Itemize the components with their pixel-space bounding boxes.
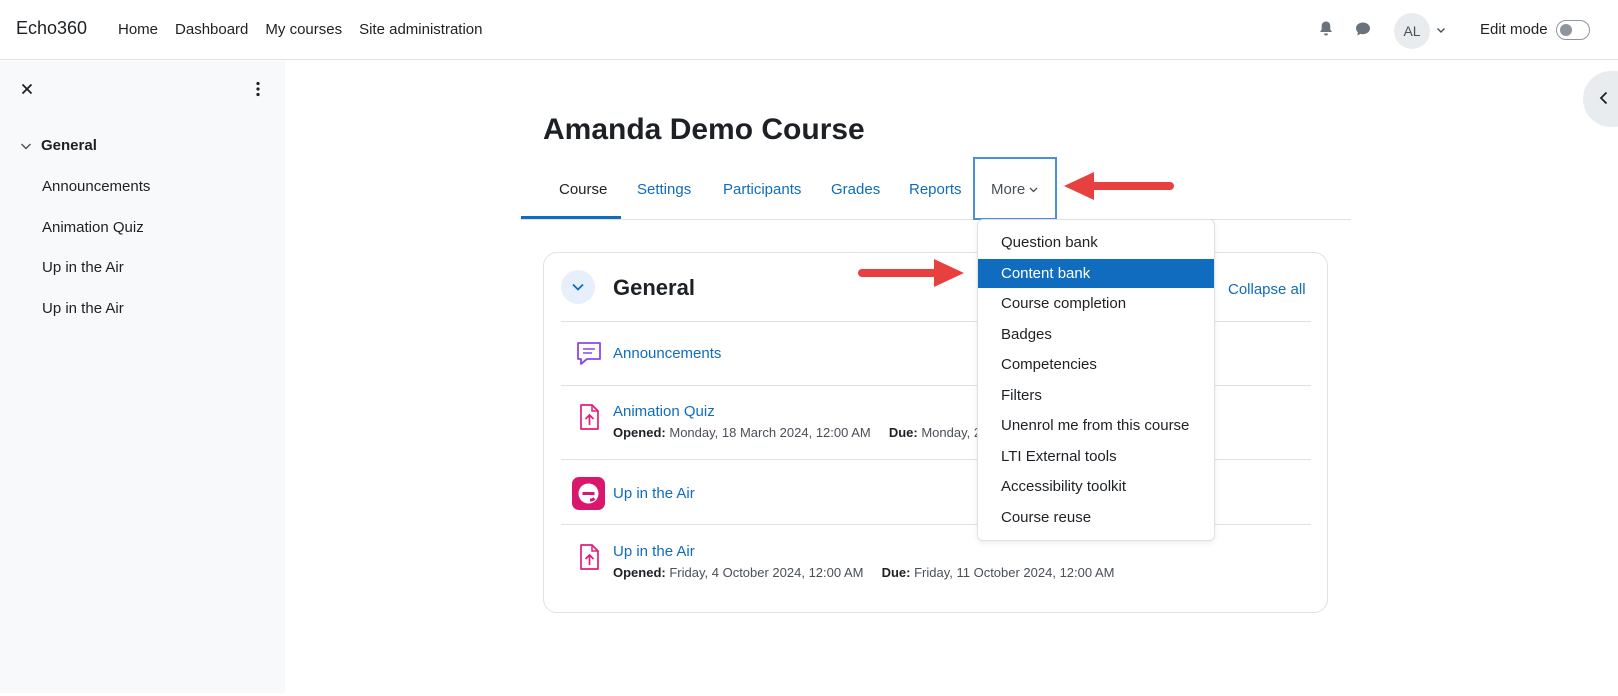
- menu-item-lti-external-tools[interactable]: LTI External tools: [978, 442, 1214, 471]
- opened-label: Opened:: [613, 565, 666, 580]
- drawer-item-up-in-the-air[interactable]: Up in the Air: [42, 259, 150, 300]
- forum-icon: [577, 342, 601, 365]
- due-date: Monday, 2: [921, 425, 982, 440]
- more-dropdown-menu: Question bank Content bank Course comple…: [977, 219, 1215, 541]
- close-drawer-icon[interactable]: [21, 83, 33, 95]
- tab-participants[interactable]: Participants: [723, 181, 801, 198]
- menu-item-unenrol[interactable]: Unenrol me from this course: [978, 411, 1214, 440]
- assignment-upload-icon: [580, 404, 599, 430]
- tab-course[interactable]: Course: [559, 181, 607, 198]
- top-navbar: Echo360 Home Dashboard My courses Site a…: [0, 0, 1618, 60]
- nav-my-courses[interactable]: My courses: [265, 21, 342, 38]
- edit-mode-toggle[interactable]: [1556, 20, 1590, 40]
- drawer-item-animation-quiz[interactable]: Animation Quiz: [42, 219, 150, 260]
- menu-item-course-completion[interactable]: Course completion: [978, 289, 1214, 318]
- chevron-down-icon: [21, 143, 31, 149]
- opened-date: Monday, 18 March 2024, 12:00 AM: [669, 425, 871, 440]
- primary-navigation: Home Dashboard My courses Site administr…: [118, 21, 500, 38]
- opened-date: Friday, 4 October 2024, 12:00 AM: [669, 565, 864, 580]
- toggle-knob: [1560, 24, 1572, 36]
- drawer-items-list: Announcements Animation Quiz Up in the A…: [42, 178, 150, 340]
- chevron-left-icon: [1599, 91, 1608, 105]
- activity-link-up-in-the-air-2[interactable]: Up in the Air: [613, 543, 695, 560]
- course-index-drawer: General Announcements Animation Quiz Up …: [0, 61, 285, 693]
- nav-home[interactable]: Home: [118, 21, 158, 38]
- tab-settings[interactable]: Settings: [637, 181, 691, 198]
- echo360-logo-icon: [572, 477, 605, 510]
- menu-item-filters[interactable]: Filters: [978, 381, 1214, 410]
- site-brand[interactable]: Echo360: [16, 18, 87, 39]
- opened-label: Opened:: [613, 425, 666, 440]
- activity-link-up-in-the-air[interactable]: Up in the Air: [613, 485, 695, 502]
- menu-item-accessibility-toolkit[interactable]: Accessibility toolkit: [978, 472, 1214, 501]
- due-date: Friday, 11 October 2024, 12:00 AM: [914, 565, 1115, 580]
- assignment-upload-icon: [580, 544, 599, 570]
- drawer-section-label: General: [41, 137, 97, 154]
- drawer-item-announcements[interactable]: Announcements: [42, 178, 150, 219]
- right-pointing-annotation-arrow-icon: [858, 259, 964, 287]
- chevron-down-icon: [572, 283, 584, 291]
- nav-site-administration[interactable]: Site administration: [359, 21, 482, 38]
- activity-link-announcements[interactable]: Announcements: [613, 345, 721, 362]
- tab-more[interactable]: More: [991, 181, 1038, 198]
- drawer-section-general[interactable]: General: [20, 137, 97, 154]
- tab-reports[interactable]: Reports: [909, 181, 962, 198]
- user-avatar[interactable]: AL: [1394, 13, 1430, 49]
- section-title: General: [613, 275, 695, 300]
- course-secondary-navigation: Course Settings Participants Grades Repo…: [521, 157, 1351, 220]
- menu-item-content-bank[interactable]: Content bank: [978, 259, 1214, 288]
- menu-item-badges[interactable]: Badges: [978, 320, 1214, 349]
- activity-dates: Opened: Friday, 4 October 2024, 12:00 AM…: [613, 565, 1115, 580]
- left-pointing-annotation-arrow-icon: [1064, 172, 1174, 200]
- more-label: More: [991, 181, 1026, 198]
- nav-dashboard[interactable]: Dashboard: [175, 21, 248, 38]
- drawer-item-up-in-the-air-2[interactable]: Up in the Air: [42, 300, 150, 341]
- page-title: Amanda Demo Course: [543, 113, 865, 146]
- menu-item-course-reuse[interactable]: Course reuse: [978, 503, 1214, 532]
- edit-mode-label: Edit mode: [1480, 21, 1548, 38]
- notifications-bell-icon[interactable]: [1319, 21, 1333, 37]
- chevron-down-icon: [1029, 187, 1038, 193]
- due-label: Due:: [888, 425, 918, 440]
- open-block-drawer-button[interactable]: [1583, 71, 1618, 127]
- activity-link-animation-quiz[interactable]: Animation Quiz: [613, 403, 715, 420]
- section-collapse-toggle[interactable]: [561, 270, 595, 304]
- menu-item-competencies[interactable]: Competencies: [978, 350, 1214, 379]
- active-tab-indicator: [521, 216, 621, 219]
- user-menu-chevron-down-icon[interactable]: [1436, 25, 1446, 35]
- tab-grades[interactable]: Grades: [831, 181, 880, 198]
- drawer-options-kebab-icon[interactable]: [256, 81, 260, 97]
- menu-item-question-bank[interactable]: Question bank: [978, 228, 1214, 257]
- due-label: Due:: [881, 565, 911, 580]
- activity-dates: Opened: Monday, 18 March 2024, 12:00 AM …: [613, 425, 981, 440]
- collapse-all-link[interactable]: Collapse all: [1228, 281, 1306, 298]
- messages-chat-icon[interactable]: [1355, 21, 1371, 37]
